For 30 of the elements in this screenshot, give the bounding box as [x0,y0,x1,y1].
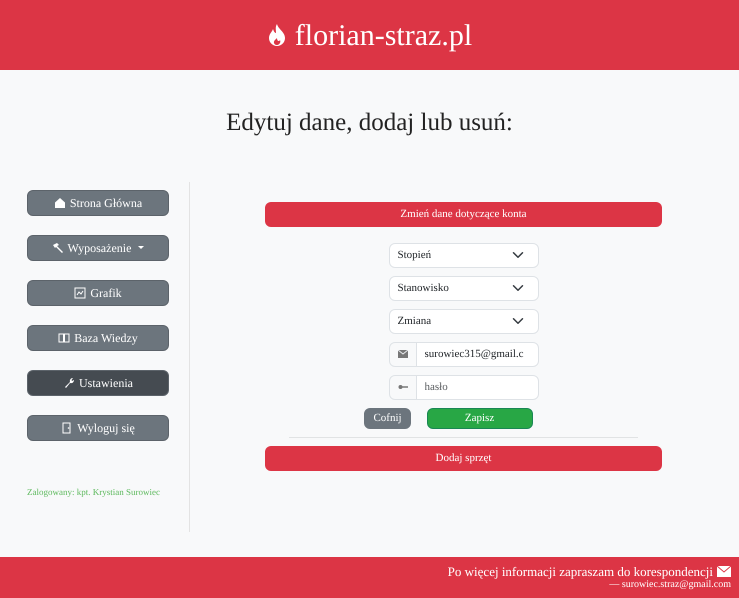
sidebar-menu-button[interactable]: Grafik [27,280,169,306]
door-icon [61,422,74,434]
chart-icon [74,286,86,298]
sidebar-menu-button[interactable]: Wyposażenie [27,234,169,260]
dropdown-select[interactable]: Stopień [388,242,538,268]
logged-in-text: Zalogowany: kpt. Krystian Surowiec [27,486,161,498]
hammer-icon [52,242,64,254]
envelope-icon [398,350,408,358]
email-field[interactable]: surowiec315@gmail.c [416,342,538,366]
footer-text: Po więcej informacji zapraszam do korespondencji [448,564,713,580]
add-equipment-button[interactable]: Dodaj sprzęt [265,446,662,470]
sidebar-menu-button[interactable]: Wyloguj się [27,414,169,440]
page-title: Edytuj dane, dodaj lub usuń: [226,109,513,136]
footer-email-link[interactable]: — surowiec.straz@gmail.com [609,579,731,590]
save-button[interactable]: Zapisz [426,408,533,428]
flame-icon [266,23,287,47]
site-brand[interactable]: florian-straz.pl [294,12,472,58]
sidebar-menu-button[interactable]: Baza Wiedzy [27,324,169,350]
home-icon [54,196,66,208]
book-icon [58,332,70,344]
dropdown-select[interactable]: Zmiana [388,308,538,334]
mail-icon [717,566,731,578]
back-button[interactable]: Cofnij [364,408,411,428]
sidebar-menu-button[interactable]: Ustawienia [27,370,169,396]
sidebar-menu-button[interactable]: Strona Główna [27,190,169,216]
password-field[interactable]: hasło [416,374,538,400]
dropdown-select[interactable]: Stanowisko [388,276,538,300]
key-icon [398,383,408,391]
wrench-icon [63,376,75,388]
account-settings-button[interactable]: Zmień dane dotyczące konta [265,202,662,226]
